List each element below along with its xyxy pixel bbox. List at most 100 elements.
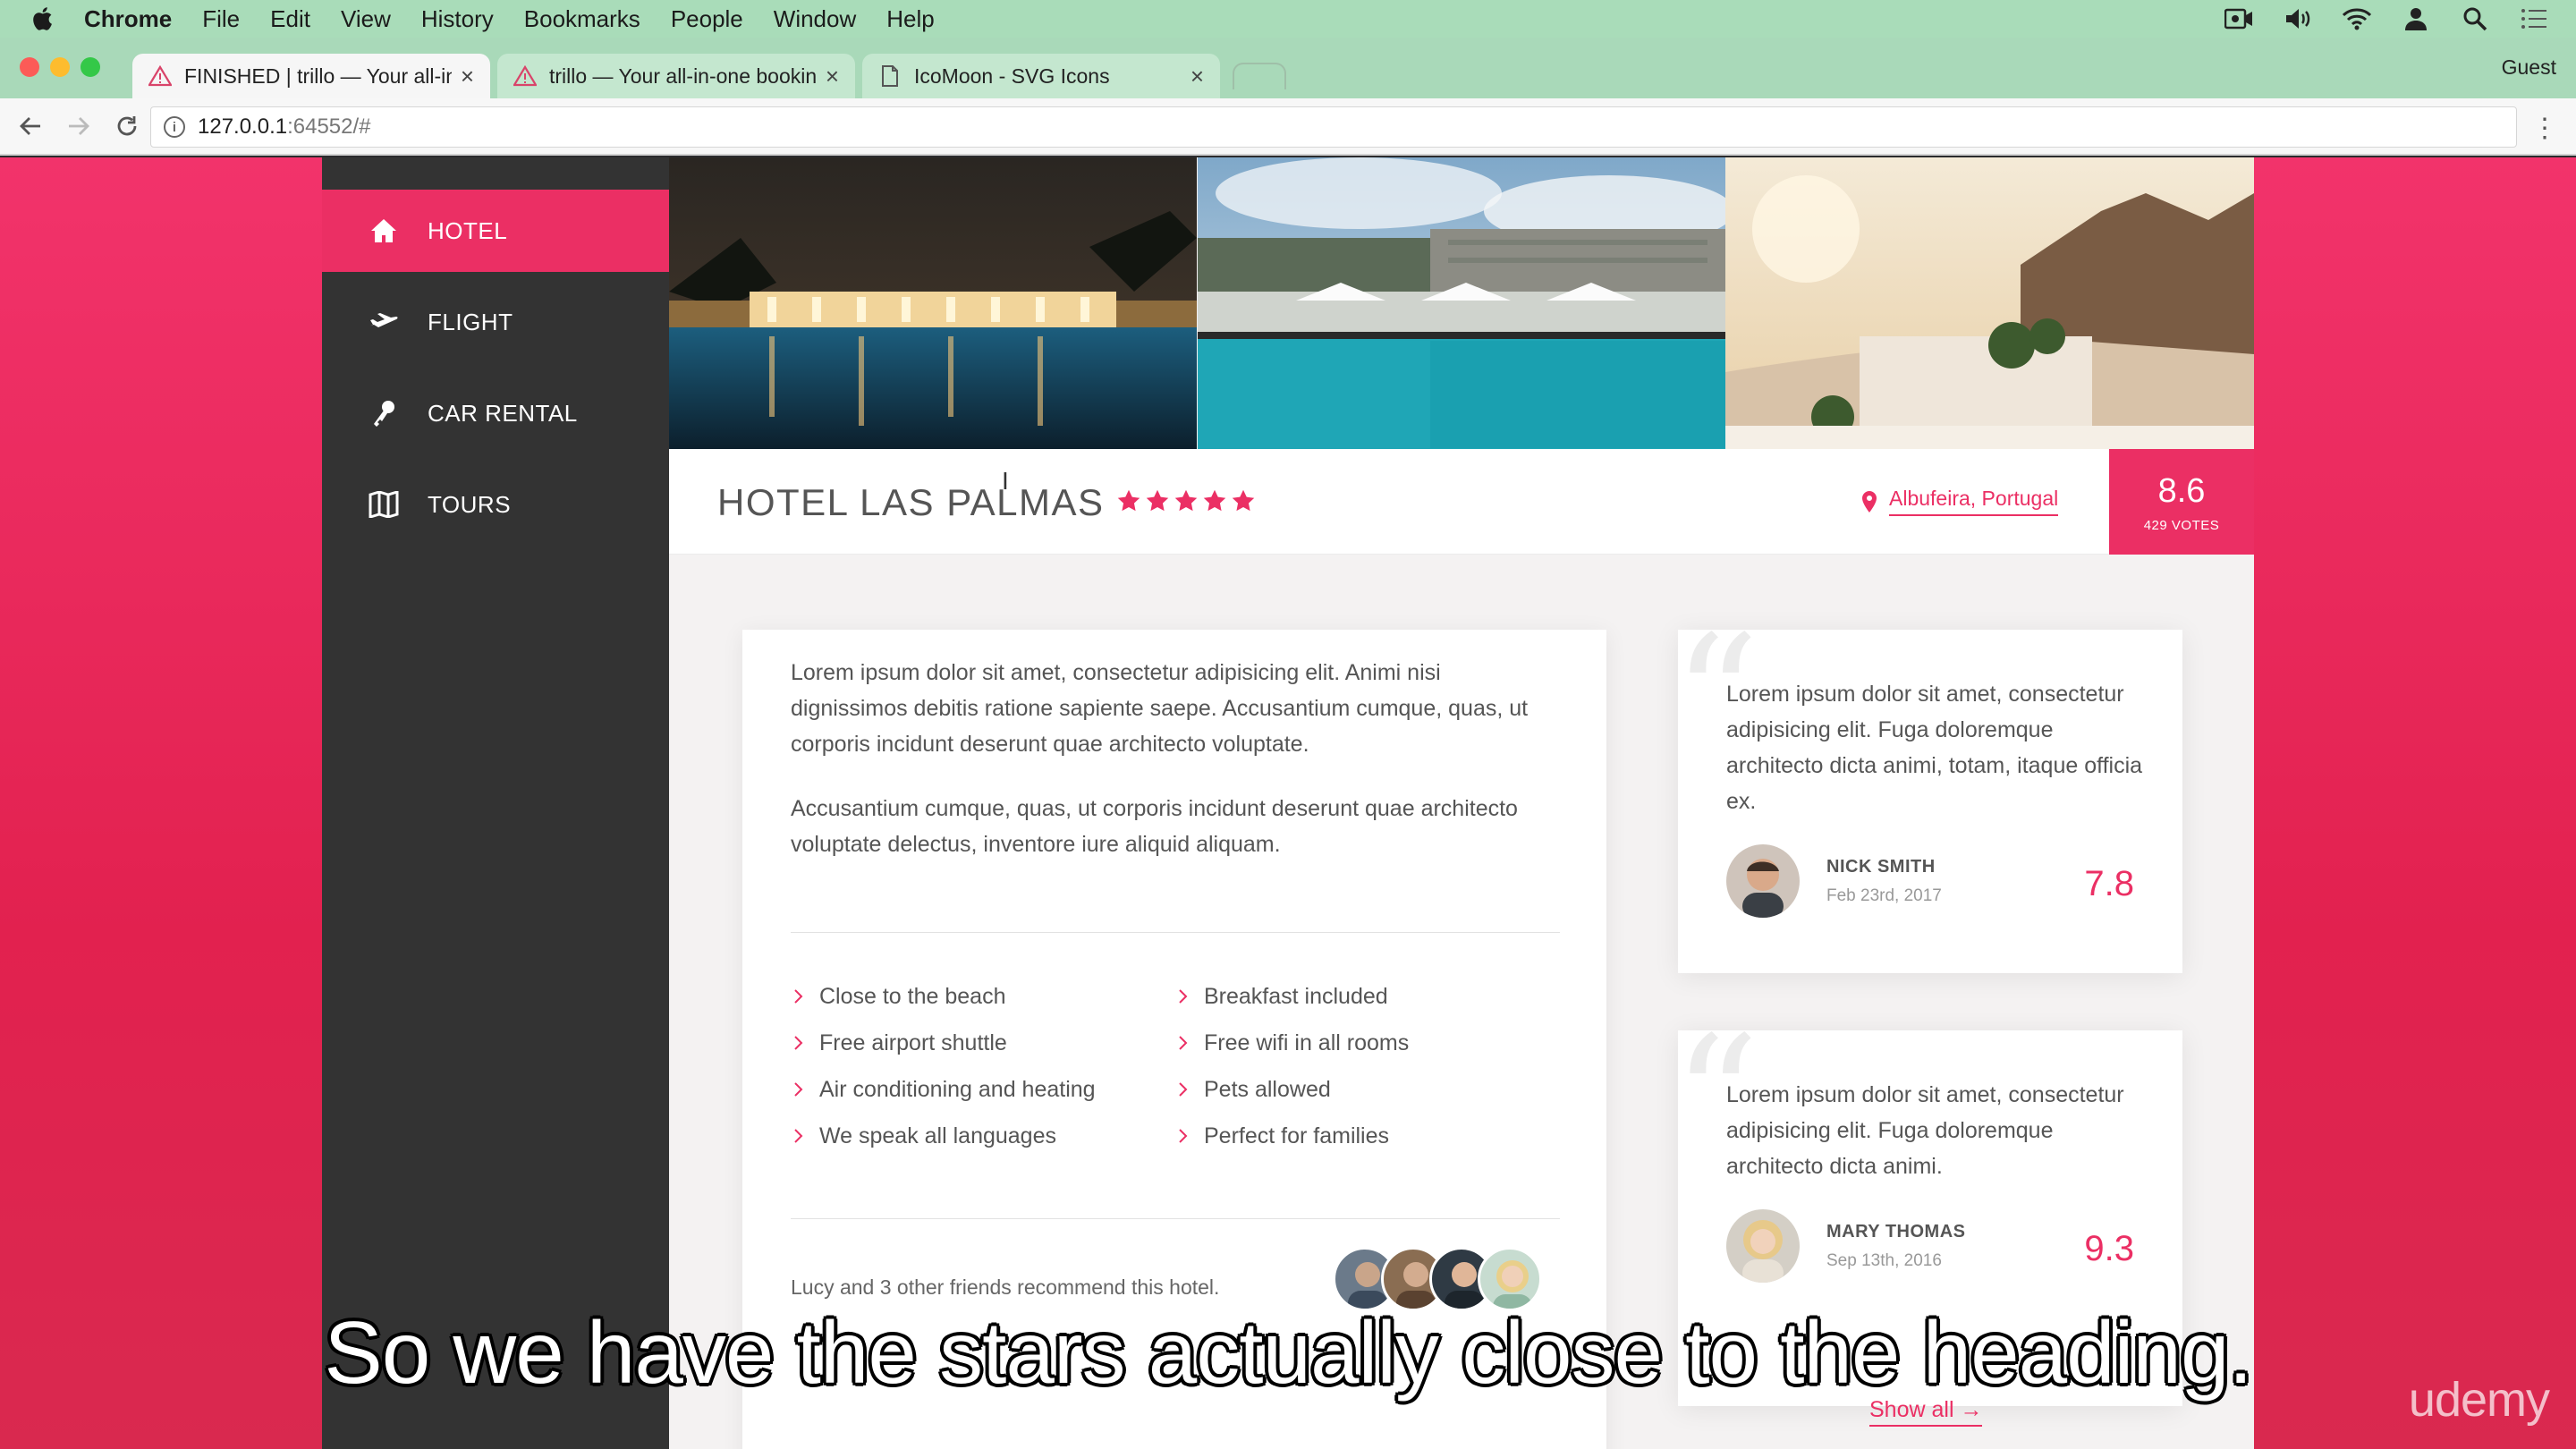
apple-icon[interactable]	[29, 5, 55, 32]
menu-help[interactable]: Help	[886, 5, 934, 33]
avatar	[1726, 1209, 1800, 1283]
wifi-icon[interactable]	[2342, 4, 2372, 34]
menu-edit[interactable]: Edit	[270, 5, 310, 33]
sidebar-nav: HOTEL FLIGHT CAR RENTAL TOURS	[322, 157, 669, 1449]
rating-count: 429 VOTES	[2143, 518, 2220, 533]
sidebar-item-car-rental[interactable]: CAR RENTAL	[322, 372, 669, 454]
tab-trillo[interactable]: trillo — Your all-in-one bookin ×	[497, 54, 855, 98]
tab-finished-trillo[interactable]: FINISHED | trillo — Your all-in- ×	[132, 54, 490, 98]
spotlight-search-icon[interactable]	[2460, 4, 2490, 34]
hotel-title: HOTEL LAS PALMAS	[717, 481, 1105, 523]
window-zoom-button[interactable]	[80, 57, 100, 77]
location-link[interactable]: Albufeira, Portugal	[1889, 487, 2059, 516]
sidebar-item-flight[interactable]: FLIGHT	[322, 281, 669, 363]
chevron-right-icon	[1179, 989, 1188, 1004]
close-icon[interactable]: ×	[461, 63, 474, 90]
review-date: Feb 23rd, 2017	[1826, 886, 1942, 905]
airplane-icon	[369, 307, 399, 337]
chevron-right-icon	[794, 989, 803, 1004]
close-icon[interactable]: ×	[826, 63, 839, 90]
profile-guest[interactable]: Guest	[2502, 55, 2556, 80]
review-user: NICK SMITH Feb 23rd, 2017	[1726, 844, 1942, 918]
volume-icon[interactable]	[2283, 4, 2313, 34]
window-minimize-button[interactable]	[50, 57, 70, 77]
address-bar[interactable]: i 127.0.0.1:64552/#	[150, 106, 2517, 148]
description-divider	[791, 932, 1560, 933]
review-rating: 7.8	[2084, 864, 2134, 903]
chevron-right-icon	[794, 1129, 803, 1143]
hotel-stars	[1116, 488, 1256, 513]
location-pin-icon	[1862, 490, 1877, 513]
gallery-photo-day-pool[interactable]	[1197, 157, 1726, 449]
url-path: :64552/#	[287, 114, 371, 139]
gallery-photo-night-pool[interactable]	[669, 157, 1198, 449]
notification-center-icon[interactable]	[2519, 4, 2549, 34]
chevron-right-icon	[794, 1082, 803, 1097]
gallery-photo-terrace-view[interactable]	[1725, 157, 2255, 449]
os-menu-bar: Chrome File Edit View History Bookmarks …	[0, 0, 2576, 38]
star-icon	[1174, 489, 1198, 512]
review-user: MARY THOMAS Sep 13th, 2016	[1726, 1209, 1966, 1283]
menu-app-name[interactable]: Chrome	[84, 5, 172, 33]
feature-item: Air conditioning and heating	[791, 1066, 1096, 1113]
reload-icon[interactable]	[109, 108, 145, 144]
screen-record-icon[interactable]	[2224, 4, 2254, 34]
review-rating: 9.3	[2084, 1229, 2134, 1268]
menu-kebab-icon[interactable]: ⋮	[2531, 113, 2558, 144]
browser-toolbar: i 127.0.0.1:64552/# ⋮	[0, 98, 2576, 156]
features-column-left: Close to the beach Free airport shuttle …	[791, 973, 1096, 1159]
rating-box: 8.6 429 VOTES	[2109, 449, 2254, 555]
document-icon	[878, 64, 902, 88]
rating-average: 8.6	[2157, 472, 2206, 510]
menu-bookmarks[interactable]: Bookmarks	[524, 5, 640, 33]
friends-recommend-text: Lucy and 3 other friends recommend this …	[791, 1275, 1220, 1299]
menu-history[interactable]: History	[421, 5, 494, 33]
description-paragraph-2: Accusantium cumque, quas, ut corporis in…	[791, 796, 1518, 857]
menu-window[interactable]: Window	[774, 5, 856, 33]
description-paragraph-1: Lorem ipsum dolor sit amet, consectetur …	[791, 660, 1529, 757]
feature-item: Breakfast included	[1175, 973, 1409, 1020]
review-text: Lorem ipsum dolor sit amet, consectetur …	[1726, 682, 2143, 814]
back-arrow-icon[interactable]	[13, 108, 48, 144]
forward-arrow-icon[interactable]	[61, 108, 97, 144]
window-close-button[interactable]	[20, 57, 39, 77]
feature-item: We speak all languages	[791, 1113, 1096, 1159]
sidebar-item-hotel[interactable]: HOTEL	[322, 190, 669, 272]
hotel-gallery	[669, 157, 2255, 449]
chevron-right-icon	[1179, 1036, 1188, 1050]
star-icon	[1117, 489, 1140, 512]
text-cursor-icon: I	[1002, 467, 1009, 495]
review-date: Sep 13th, 2016	[1826, 1250, 1942, 1270]
udemy-watermark: udemy	[2408, 1373, 2550, 1427]
chevron-right-icon	[794, 1036, 803, 1050]
feature-item: Close to the beach	[791, 973, 1096, 1020]
sidebar-item-tours[interactable]: TOURS	[322, 463, 669, 546]
page-viewport: HOTEL FLIGHT CAR RENTAL TOURS HOTEL LAS …	[0, 157, 2576, 1449]
menu-people[interactable]: People	[671, 5, 743, 33]
description-divider	[791, 1218, 1560, 1219]
close-icon[interactable]: ×	[1191, 63, 1204, 90]
hotel-location[interactable]: Albufeira, Portugal	[1860, 487, 2059, 516]
chevron-right-icon	[1179, 1129, 1188, 1143]
menu-view[interactable]: View	[341, 5, 391, 33]
feature-item: Perfect for families	[1175, 1113, 1409, 1159]
map-icon	[369, 489, 399, 520]
new-tab-button[interactable]	[1233, 63, 1286, 89]
star-icon	[1203, 489, 1226, 512]
url-host: 127.0.0.1	[198, 114, 288, 139]
hotel-overview: HOTEL LAS PALMAS Albufeira, Portugal 8.6…	[669, 449, 2254, 555]
star-icon	[1232, 489, 1255, 512]
site-info-icon[interactable]: i	[164, 116, 185, 138]
trillo-app: HOTEL FLIGHT CAR RENTAL TOURS HOTEL LAS …	[322, 157, 2255, 1449]
user-icon[interactable]	[2401, 4, 2431, 34]
tab-icomoon[interactable]: IcoMoon - SVG Icons ×	[862, 54, 1220, 98]
star-icon	[1146, 489, 1169, 512]
feature-item: Free wifi in all rooms	[1175, 1020, 1409, 1066]
key-icon	[369, 398, 399, 428]
chevron-right-icon	[1179, 1082, 1188, 1097]
review-card: “ Lorem ipsum dolor sit amet, consectetu…	[1673, 614, 2182, 973]
feature-item: Free airport shuttle	[791, 1020, 1096, 1066]
avatar	[1726, 844, 1800, 918]
warning-icon	[148, 64, 172, 88]
menu-file[interactable]: File	[202, 5, 240, 33]
